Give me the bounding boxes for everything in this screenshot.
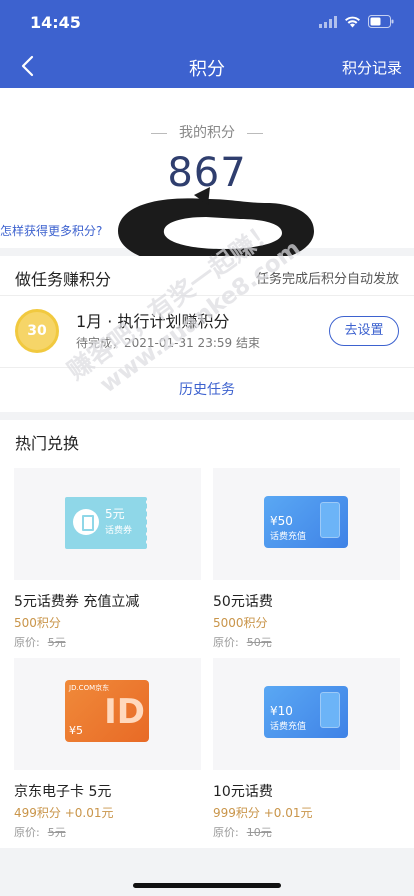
item-thumbnail: 5元 话费券 <box>14 468 201 580</box>
orig-label: 原价: <box>213 826 239 839</box>
phone-recharge-card-image: ¥10 话费充值 <box>264 686 348 738</box>
nav-bar: 积分 积分记录 <box>0 44 414 88</box>
card-label: 话费充值 <box>270 722 307 732</box>
item-thumbnail: ¥10 话费充值 <box>213 658 400 770</box>
item-thumbnail: ¥50 话费充值 <box>213 468 400 580</box>
item-name: 10元话费 <box>213 784 273 800</box>
exchange-grid: 5元 话费券 5元话费券 充值立减 500积分 原价: 5元 ¥50 话费充值 5… <box>0 462 414 848</box>
exchange-item[interactable]: ¥50 话费充值 50元话费 5000积分 原价: 50元 <box>213 468 400 658</box>
exchange-item[interactable]: 5元 话费券 5元话费券 充值立减 500积分 原价: 5元 <box>14 468 201 658</box>
status-time: 14:45 <box>30 13 81 32</box>
points-label-text: 我的积分 <box>179 125 235 141</box>
coupon-amount: 5元 <box>105 507 125 521</box>
phone-icon <box>73 509 99 535</box>
battery-icon <box>368 15 394 28</box>
coupon-notch <box>144 497 149 549</box>
card-label: 话费充值 <box>270 532 307 542</box>
orig-value: 5元 <box>47 826 66 839</box>
card-amount: ¥10 <box>270 704 293 718</box>
phone-icon <box>320 692 340 728</box>
home-indicator[interactable] <box>133 883 281 888</box>
exchange-section-header: 热门兑换 <box>0 420 414 462</box>
top-bar: 14:45 积分 积分记录 <box>0 0 414 88</box>
status-icons <box>319 15 394 28</box>
jd-card-image: JD.COM京东 ID ¥5 <box>65 680 149 742</box>
item-price: 999积分 +0.01元 <box>213 806 313 820</box>
status-bar: 14:45 <box>0 0 414 44</box>
card-amount: ¥50 <box>270 514 293 528</box>
orig-value: 5元 <box>47 636 66 649</box>
screen: 14:45 积分 积分记录 我的积分 867 怎样获得更多积分? 做任务赚积分 … <box>0 0 414 896</box>
orig-value: 10元 <box>246 826 272 839</box>
item-name: 京东电子卡 5元 <box>14 784 112 800</box>
orig-label: 原价: <box>213 636 239 649</box>
exchange-item[interactable]: JD.COM京东 ID ¥5 京东电子卡 5元 499积分 +0.01元 原价:… <box>14 658 201 848</box>
task-history-link[interactable]: 历史任务 <box>0 368 414 412</box>
coin-badge-icon: 30 <box>15 309 59 353</box>
item-price: 5000积分 <box>213 616 268 630</box>
item-original-price: 原价: 10元 <box>213 824 272 840</box>
item-original-price: 原价: 5元 <box>14 824 66 840</box>
item-original-price: 原价: 50元 <box>213 634 272 650</box>
coupon-label: 话费券 <box>105 526 133 536</box>
divider <box>151 132 167 134</box>
orig-value: 50元 <box>246 636 272 649</box>
orig-label: 原价: <box>14 826 40 839</box>
phone-recharge-card-image: ¥50 话费充值 <box>264 496 348 548</box>
item-name: 5元话费券 充值立减 <box>14 594 140 610</box>
exchange-item[interactable]: ¥10 话费充值 10元话费 999积分 +0.01元 原价: 10元 <box>213 658 400 848</box>
item-price: 500积分 <box>14 616 61 630</box>
item-price: 499积分 +0.01元 <box>14 806 114 820</box>
exchange-section-title: 热门兑换 <box>15 434 80 453</box>
orig-label: 原价: <box>14 636 40 649</box>
phone-coupon-image: 5元 话费券 <box>65 497 149 549</box>
jd-card-mark: ID <box>104 692 145 732</box>
phone-icon <box>320 502 340 538</box>
item-original-price: 原价: 5元 <box>14 634 66 650</box>
task-section-title: 做任务赚积分 <box>15 270 112 289</box>
jd-card-amount: ¥5 <box>69 724 83 737</box>
points-label: 我的积分 <box>0 122 414 142</box>
task-setup-button[interactable]: 去设置 <box>329 316 399 346</box>
jd-card-brand: JD.COM京东 <box>69 684 110 692</box>
wifi-icon <box>345 16 360 27</box>
signal-icon <box>319 15 337 28</box>
points-record-link[interactable]: 积分记录 <box>342 57 402 78</box>
item-name: 50元话费 <box>213 594 273 610</box>
divider <box>247 132 263 134</box>
item-thumbnail: JD.COM京东 ID ¥5 <box>14 658 201 770</box>
